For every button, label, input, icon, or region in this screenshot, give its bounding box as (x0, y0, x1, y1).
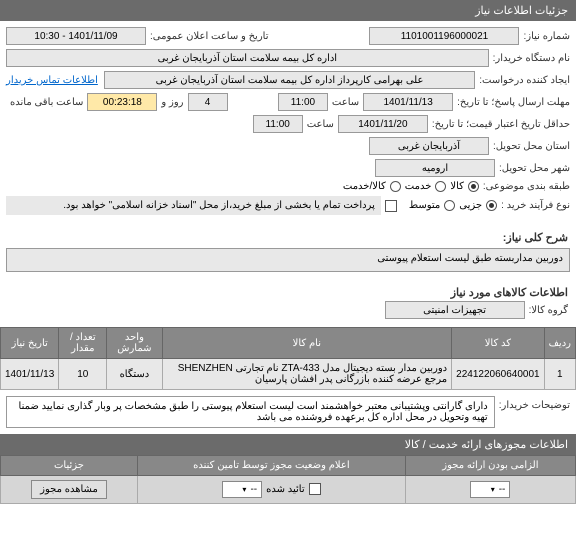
items-table: ردیف کد کالا نام کالا واحد شمارش تعداد /… (0, 327, 576, 390)
radio-both[interactable] (390, 181, 401, 192)
cell-date: 1401/11/13 (1, 359, 59, 390)
panel-title: جزئیات اطلاعات نیاز (475, 5, 568, 17)
min-valid-label: حداقل تاریخ اعتبار قیمت؛ تا تاریخ: (432, 119, 570, 130)
auth-th-1: اعلام وضعیت مجوز توسط تامین کننده (138, 456, 406, 476)
deadline-date: 1401/11/13 (363, 93, 453, 111)
need-no-field: 1101001196000021 (369, 27, 519, 45)
auth-th-0: الزامی بودن ارائه مجوز (405, 456, 575, 476)
creator-field: علی بهرامی کارپرداز اداره کل بیمه سلامت … (104, 71, 475, 89)
table-row: 1 224122060640001 دوربین مدار بسته دیجیت… (1, 359, 576, 390)
time-label-2: ساعت (307, 119, 334, 130)
city-label: شهر محل تحویل: (499, 163, 570, 174)
radio-mid[interactable] (444, 200, 455, 211)
process-radio-group: جزیی متوسط (409, 200, 497, 211)
deadline-label: مهلت ارسال پاسخ؛ تا تاریخ: (457, 97, 570, 108)
cell-code: 224122060640001 (452, 359, 544, 390)
th-name: نام کالا (162, 328, 452, 359)
mandatory-select-val: -- (499, 484, 506, 495)
status-label: تائید شده (266, 484, 305, 495)
group-label: گروه کالا: (529, 305, 568, 316)
class-radio-group: کالا خدمت کالا/خدمت (343, 181, 479, 192)
status-checkbox[interactable] (309, 483, 321, 495)
panel-header: جزئیات اطلاعات نیاز (0, 0, 576, 21)
auth-cell-mandatory: -- ▾ (405, 476, 575, 504)
opt-kala: کالا (450, 181, 464, 192)
days-left: 4 (188, 93, 228, 111)
province-field: آذربایجان غربی (369, 137, 489, 155)
auth-table: الزامی بودن ارائه مجوز اعلام وضعیت مجوز … (0, 455, 576, 504)
cell-idx: 1 (544, 359, 575, 390)
form-area: شماره نیاز: 1101001196000021 تاریخ و ساع… (0, 21, 576, 225)
buyer-org-field: اداره کل بیمه سلامت استان آذربایجان غربی (6, 49, 489, 67)
desc-label: شرح کلی نیاز: (0, 225, 576, 246)
province-label: استان محل تحویل: (493, 141, 570, 152)
desc-box: دوربین مداربسته طبق لیست استعلام پیوستی (6, 248, 570, 272)
class-label: طبقه بندی موضوعی: (483, 181, 570, 192)
opt-both: کالا/خدمت (343, 181, 386, 192)
radio-low[interactable] (486, 200, 497, 211)
opt-mid: متوسط (409, 200, 440, 211)
cell-qty: 10 (59, 359, 107, 390)
auth-row: -- ▾ تائید شده -- ▾ مشاهده مجوز (1, 476, 576, 504)
process-note: پرداخت تمام یا بخشی از مبلغ خرید،از محل … (6, 196, 381, 215)
auth-cell-status: تائید شده -- ▾ (138, 476, 406, 504)
announce-label: تاریخ و ساعت اعلان عمومی: (150, 31, 269, 42)
buyer-notes-box: دارای گارانتی وپشتیبانی معتبر خواهشمند ا… (6, 396, 495, 428)
buyer-org-label: نام دستگاه خریدار: (493, 53, 570, 64)
process-label: نوع فرآیند خرید : (501, 200, 570, 211)
deadline-time: 11:00 (278, 93, 328, 111)
need-no-label: شماره نیاز: (523, 31, 570, 42)
opt-low: جزیی (459, 200, 482, 211)
th-idx: ردیف (544, 328, 575, 359)
creator-label: ایجاد کننده درخواست: (479, 75, 570, 86)
th-qty: تعداد / مقدار (59, 328, 107, 359)
status-select[interactable]: -- ▾ (222, 481, 262, 498)
th-code: کد کالا (452, 328, 544, 359)
days-unit: روز و (161, 97, 183, 108)
city-field: ارومیه (375, 159, 495, 177)
treasury-checkbox[interactable] (385, 200, 397, 212)
auth-title: اطلاعات مجوزهای ارائه خدمت / کالا (405, 439, 568, 451)
min-valid-date: 1401/11/20 (338, 115, 428, 133)
radio-kala[interactable] (468, 181, 479, 192)
contact-link[interactable]: اطلاعات تماس خریدار (6, 75, 98, 86)
view-permit-button[interactable]: مشاهده مجوز (31, 480, 107, 499)
th-date: تاریخ نیاز (1, 328, 59, 359)
items-title: اطلاعات کالاهای مورد نیاز (0, 280, 576, 301)
caret-icon-2: ▾ (242, 485, 246, 494)
buyer-notes-label: توضیحات خریدار: (499, 396, 570, 411)
mandatory-select[interactable]: -- ▾ (470, 481, 510, 498)
auth-th-2: جزئیات (1, 456, 138, 476)
th-unit: واحد شمارش (107, 328, 162, 359)
radio-khadamat[interactable] (435, 181, 446, 192)
group-field: تجهیزات امنیتی (385, 301, 525, 319)
time-label-1: ساعت (332, 97, 359, 108)
min-valid-time: 11:00 (253, 115, 303, 133)
time-left: 00:23:18 (87, 93, 157, 111)
opt-khadamat: خدمت (405, 181, 432, 192)
auth-header: اطلاعات مجوزهای ارائه خدمت / کالا (0, 434, 576, 455)
cell-name: دوربین مدار بسته دیجیتال مدل ZTA-433 نام… (162, 359, 452, 390)
status-select-val: -- (250, 484, 257, 495)
caret-icon: ▾ (491, 485, 495, 494)
time-left-suffix: ساعت باقی مانده (10, 97, 83, 108)
auth-cell-details: مشاهده مجوز (1, 476, 138, 504)
cell-unit: دستگاه (107, 359, 162, 390)
announce-field: 1401/11/09 - 10:30 (6, 27, 146, 45)
